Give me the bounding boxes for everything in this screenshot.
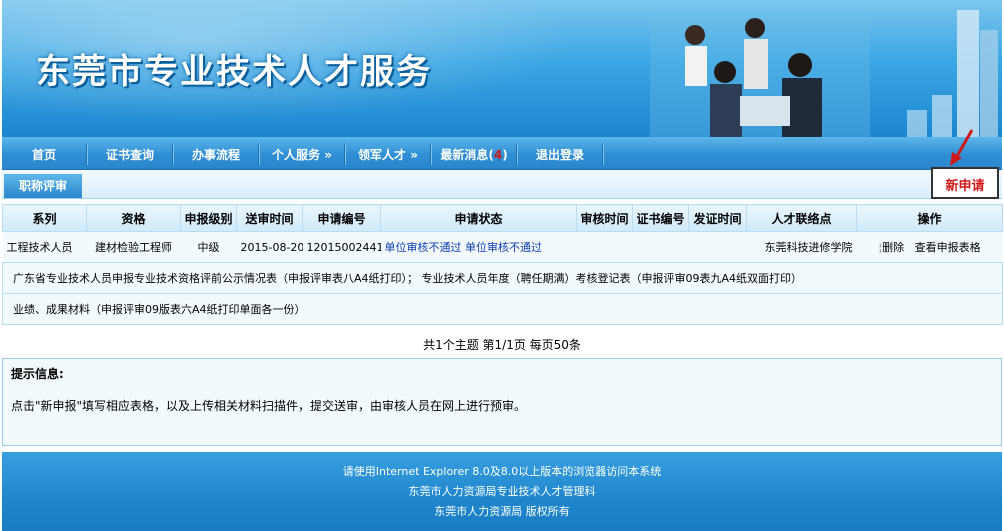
nav-process[interactable]: 办事流程 xyxy=(174,137,258,169)
col-header-issue-time: 发证时间 xyxy=(688,204,747,232)
cell-app-no: 12015002441 xyxy=(302,231,381,263)
nav-personal-service[interactable]: 个人服务 » xyxy=(260,137,344,169)
col-header-contact-point: 人才联络点 xyxy=(746,204,857,232)
col-header-actions: 操作 xyxy=(856,204,1003,232)
cell-submit-time: 2015-08-20 xyxy=(236,231,303,263)
table-header-row: 系列 资格 申报级别 送审时间 申请编号 申请状态 审核时间 证书编号 发证时间… xyxy=(2,204,1003,232)
required-materials-row: 广东省专业技术人员申报专业技术资格评前公示情况表（申报评审表八A4纸打印）； 专… xyxy=(2,262,1003,294)
header-banner: 东莞市专业技术人才服务 xyxy=(2,0,1002,137)
nav-divider xyxy=(602,143,604,165)
cell-qualification: 建材检验工程师 xyxy=(86,231,181,263)
status-link-2[interactable]: 单位审核不通过 xyxy=(465,241,542,254)
footer-copyright: 东莞市人力资源局 版权所有 xyxy=(434,505,570,518)
cell-level: 中级 xyxy=(180,231,237,263)
view-form-link[interactable]: 查看申报表格 xyxy=(915,241,981,254)
nav-home[interactable]: 首页 xyxy=(2,137,86,169)
city-skyline-image xyxy=(907,10,998,137)
col-header-status: 申请状态 xyxy=(380,204,577,232)
col-header-submit-time: 送审时间 xyxy=(236,204,303,232)
tips-text: 点击"新申报"填写相应表格，以及上传相关材料扫描件，提交送审，由审核人员在网上进… xyxy=(11,399,527,413)
col-header-level: 申报级别 xyxy=(180,204,237,232)
main-nav: 首页 证书查询 办事流程 个人服务 » 领军人才 » 最新消息(4) 退出登录 xyxy=(2,137,1002,170)
nav-certificate-query[interactable]: 证书查询 xyxy=(88,137,172,169)
cell-cert-no xyxy=(632,231,689,263)
table-row: 工程技术人员 建材检验工程师 中级 2015-08-20 12015002441… xyxy=(2,231,1003,263)
footer-department: 东莞市人力资源局专业技术人才管理科 xyxy=(408,485,596,498)
section-bar: 职称评审 xyxy=(2,170,1002,199)
news-count-badge: 4 xyxy=(493,148,503,162)
cell-contact-point: 东莞科技进修学院 xyxy=(746,231,857,263)
cell-actions: ¦删除 查看申报表格 xyxy=(856,231,1003,263)
red-arrow-icon xyxy=(950,129,974,166)
required-materials-row: 业绩、成果材料（申报评审09版表六A4纸打印单面各一份） xyxy=(2,293,1003,325)
cell-series: 工程技术人员 xyxy=(2,231,87,263)
col-header-review-time: 审核时间 xyxy=(576,204,633,232)
col-header-series: 系列 xyxy=(2,204,87,232)
nav-latest-news-label: 最新消息( xyxy=(440,148,494,162)
nav-leading-talent[interactable]: 领军人才 » xyxy=(346,137,430,169)
cell-review-time xyxy=(576,231,633,263)
tips-heading: 提示信息: xyxy=(11,367,64,381)
cell-status: 单位审核不通过 单位审核不通过 xyxy=(380,231,577,263)
col-header-cert-no: 证书编号 xyxy=(632,204,689,232)
page-footer: 请使用Internet Explorer 8.0及8.0以上版本的浏览器访问本系… xyxy=(2,452,1002,531)
tab-title-review[interactable]: 职称评审 xyxy=(4,174,82,198)
site-title: 东莞市专业技术人才服务 xyxy=(36,52,432,92)
status-link[interactable]: 单位审核不通过 xyxy=(385,241,462,254)
cell-issue-time xyxy=(688,231,747,263)
nav-logout[interactable]: 退出登录 xyxy=(518,137,602,169)
applications-table: 系列 资格 申报级别 送审时间 申请编号 申请状态 审核时间 证书编号 发证时间… xyxy=(2,204,1003,325)
nav-latest-news[interactable]: 最新消息(4) xyxy=(432,137,516,169)
materials-note-2: 业绩、成果材料（申报评审09版表六A4纸打印单面各一份） xyxy=(2,293,1003,325)
nav-latest-news-close: ) xyxy=(502,148,508,162)
people-photo-image xyxy=(650,10,870,137)
pagination-info: 共1个主题 第1/1页 每页50条 xyxy=(423,338,581,352)
new-application-button[interactable]: 新申请 xyxy=(931,167,999,199)
footer-browser-note: 请使用Internet Explorer 8.0及8.0以上版本的浏览器访问本系… xyxy=(342,465,662,478)
tips-panel: 提示信息: 点击"新申报"填写相应表格，以及上传相关材料扫描件，提交送审，由审核… xyxy=(2,358,1002,446)
delete-link[interactable]: 删除 xyxy=(882,241,904,254)
col-header-app-no: 申请编号 xyxy=(302,204,381,232)
materials-note-1: 广东省专业技术人员申报专业技术资格评前公示情况表（申报评审表八A4纸打印）； 专… xyxy=(2,262,1003,294)
col-header-qualification: 资格 xyxy=(86,204,181,232)
